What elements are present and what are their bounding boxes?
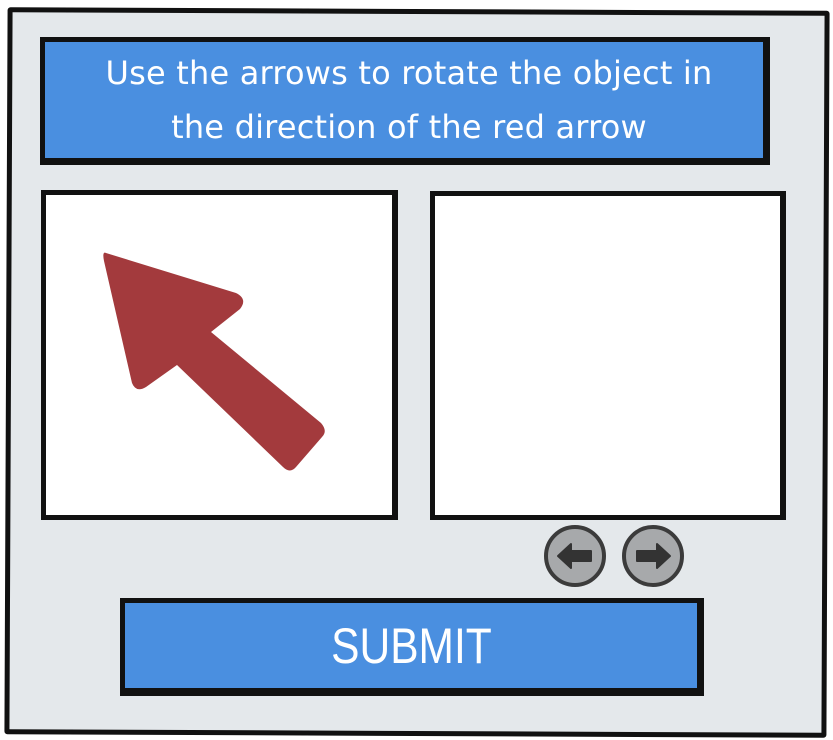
red-arrow-icon bbox=[103, 252, 325, 471]
rotate-left-button[interactable] bbox=[544, 525, 606, 587]
instruction-banner: Use the arrows to rotate the object in t… bbox=[40, 37, 770, 165]
instruction-text: Use the arrows to rotate the object in t… bbox=[105, 54, 713, 146]
submit-label: SUBMIT bbox=[330, 617, 492, 674]
arrow-right-icon bbox=[636, 543, 671, 569]
arrow-left-icon bbox=[557, 543, 592, 569]
workspace-panel bbox=[430, 191, 786, 520]
target-panel bbox=[41, 190, 398, 520]
submit-button[interactable]: SUBMIT bbox=[120, 598, 704, 696]
rotate-right-button[interactable] bbox=[622, 525, 684, 587]
